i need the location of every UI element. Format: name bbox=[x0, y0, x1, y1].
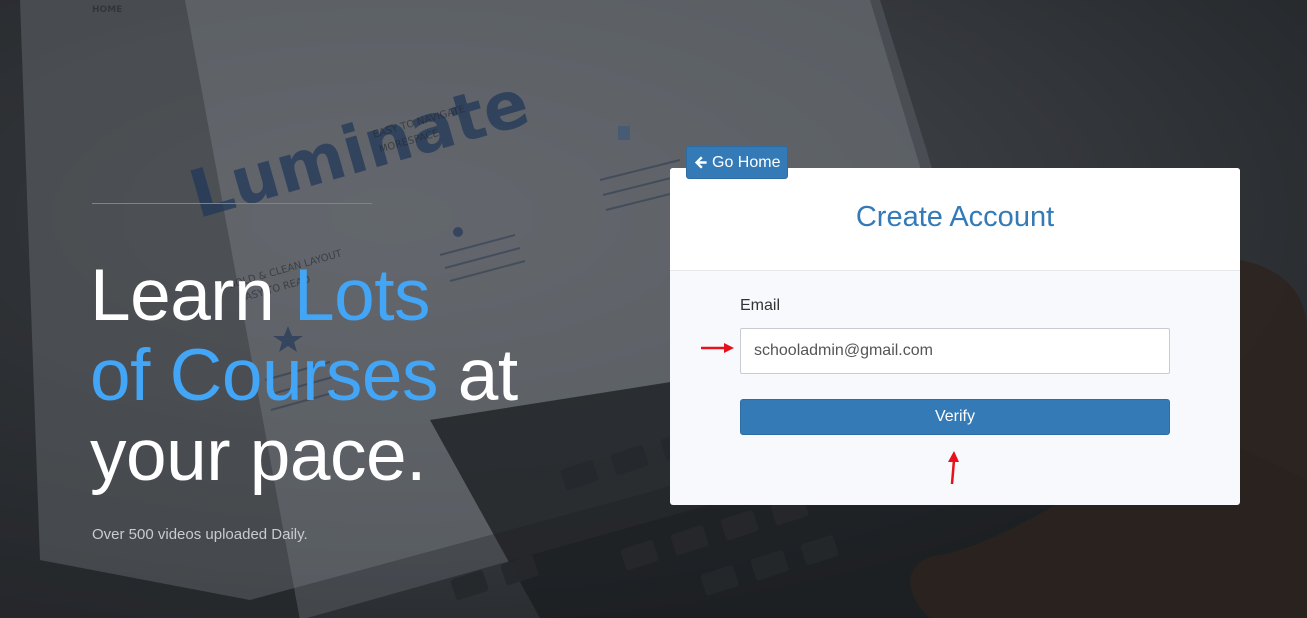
hero-divider bbox=[92, 203, 372, 204]
hero-headline-part-4: at bbox=[438, 335, 518, 416]
hero-headline: Learn Lots of Courses at your pace. bbox=[90, 256, 518, 496]
annotation-arrow-up-icon bbox=[948, 451, 959, 485]
hero-headline-part-5: your pace. bbox=[90, 415, 426, 496]
hero-headline-part-2: Lots bbox=[294, 255, 430, 336]
go-home-button[interactable]: Go Home bbox=[686, 146, 789, 179]
hero-subtitle: Over 500 videos uploaded Daily. bbox=[92, 526, 308, 543]
hero-headline-part-1: Learn bbox=[90, 255, 294, 336]
email-label: Email bbox=[740, 297, 781, 314]
arrow-left-icon bbox=[693, 155, 708, 170]
verify-button[interactable]: Verify bbox=[740, 399, 1170, 435]
page: Luminate EASY TO NAVIGATE MORESPACE BOLD… bbox=[0, 0, 1307, 618]
card-header: Create Account bbox=[670, 168, 1240, 271]
hero-headline-part-3: of Courses bbox=[90, 335, 439, 416]
email-input[interactable] bbox=[740, 328, 1170, 374]
annotation-arrow-right-icon bbox=[701, 343, 734, 353]
go-home-label: Go Home bbox=[712, 153, 781, 171]
form-title: Create Account bbox=[855, 201, 1055, 233]
